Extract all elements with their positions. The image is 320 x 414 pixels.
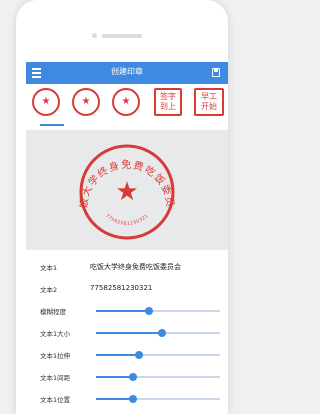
camera-dot	[92, 33, 97, 38]
seal-star-icon: ★	[115, 177, 138, 207]
text2-label: 文本2	[40, 286, 58, 294]
tab-seal-round-1[interactable]: ★	[32, 88, 60, 116]
text1-position-slider[interactable]	[96, 395, 220, 403]
text1-stretch-row: 文本1拉伸	[26, 344, 228, 366]
blur-label: 模糊程度	[40, 308, 66, 316]
text1-position-label: 文本1位置	[40, 396, 71, 404]
page-title: 创建印章	[111, 67, 143, 76]
text1-stretch-slider-handle[interactable]	[135, 351, 144, 359]
phone-frame: 创建印章 ★ ★ ★ 签字 到上 早工 开始 吃饭大学终身免费吃饭委员会 ★	[16, 0, 228, 414]
text1-row: 文本1 吃饭大学终身免费吃饭委员会	[26, 256, 228, 278]
text1-input[interactable]: 吃饭大学终身免费吃饭委员会	[90, 262, 181, 272]
text1-size-slider-fill	[96, 332, 162, 334]
text2-input[interactable]: 77582581230321	[90, 284, 152, 292]
blur-slider[interactable]	[96, 307, 220, 315]
text1-position-slider-handle[interactable]	[129, 395, 138, 403]
text1-size-label: 文本1大小	[40, 330, 71, 338]
tab-seal-square-1[interactable]: 签字 到上	[154, 88, 182, 116]
seal-number-text: 77582581230321	[104, 213, 149, 227]
text1-spacing-slider-handle[interactable]	[129, 373, 138, 381]
text1-spacing-slider[interactable]	[96, 373, 220, 381]
phone-top-bezel	[16, 0, 228, 62]
text1-spacing-slider-fill	[96, 376, 134, 378]
text1-size-slider[interactable]	[96, 329, 220, 337]
tab-star-icon: ★	[121, 96, 131, 107]
seal-settings-form: 文本1 吃饭大学终身免费吃饭委员会 文本2 77582581230321 模糊程…	[26, 250, 228, 414]
tab-star-icon: ★	[81, 96, 91, 107]
text1-spacing-row: 文本1间距	[26, 366, 228, 388]
text1-size-row: 文本1大小	[26, 322, 228, 344]
text1-stretch-label: 文本1拉伸	[40, 352, 71, 360]
seal-template-tabs: ★ ★ ★ 签字 到上 早工 开始	[26, 84, 228, 128]
tab-star-icon: ★	[41, 96, 51, 107]
save-icon[interactable]	[212, 68, 220, 77]
seal-outer-text: 吃饭大学终身免费吃饭委员会	[26, 130, 176, 209]
tab-seal-square-2[interactable]: 早工 开始	[194, 88, 224, 116]
seal-preview-area: 吃饭大学终身免费吃饭委员会 ★ 77582581230321	[20, 120, 228, 250]
tab-active-indicator	[40, 124, 64, 126]
text1-size-slider-handle[interactable]	[157, 329, 166, 337]
tab-seal-round-2[interactable]: ★	[72, 88, 100, 116]
tab-seal-round-3[interactable]: ★	[112, 88, 140, 116]
text1-position-slider-fill	[96, 398, 134, 400]
text1-stretch-slider[interactable]	[96, 351, 220, 359]
blur-row: 模糊程度	[26, 300, 228, 322]
text1-stretch-slider-fill	[96, 354, 140, 356]
blur-slider-handle[interactable]	[145, 307, 154, 315]
speaker-grille	[102, 34, 142, 38]
seal-preview: 吃饭大学终身免费吃饭委员会 ★ 77582581230321	[20, 120, 176, 240]
text2-row: 文本2 77582581230321	[26, 278, 228, 300]
blur-slider-fill	[96, 310, 150, 312]
text1-spacing-label: 文本1间距	[40, 374, 71, 382]
top-nav-bar: 创建印章	[26, 62, 228, 84]
text1-position-row: 文本1位置	[26, 388, 228, 410]
text1-label: 文本1	[40, 264, 58, 272]
